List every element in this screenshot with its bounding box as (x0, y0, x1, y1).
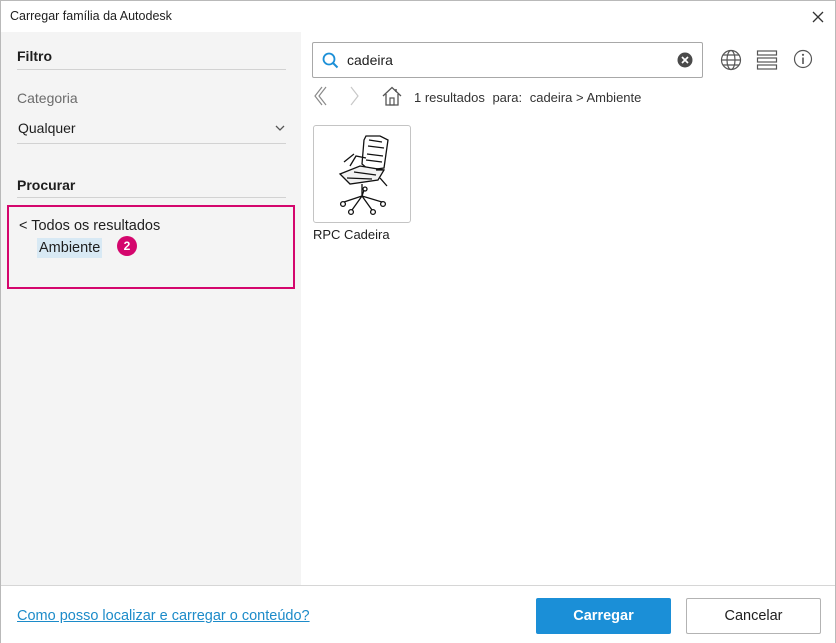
category-dropdown[interactable]: Qualquer (17, 116, 287, 144)
search-input[interactable] (347, 49, 667, 71)
dialog-footer: Como posso localizar e carregar o conteú… (1, 585, 835, 643)
divider (17, 197, 286, 198)
forward-arrow-icon[interactable] (348, 85, 364, 107)
info-icon[interactable] (793, 49, 813, 69)
search-icon (322, 52, 339, 69)
result-tile-label: RPC Cadeira (313, 227, 390, 242)
dialog-window: Carregar família da Autodesk Filtro Cate… (0, 0, 836, 643)
results-for-label: para: (492, 90, 523, 105)
category-label: Categoria (17, 90, 78, 106)
office-chair-thumbnail (338, 135, 389, 216)
close-button[interactable] (807, 6, 829, 28)
browse-highlight-box: < Todos os resultados Ambiente 2 (7, 205, 295, 289)
results-count: 1 resultados (414, 90, 485, 105)
load-button[interactable]: Carregar (536, 598, 671, 634)
breadcrumb: cadeira > Ambiente (529, 90, 642, 105)
category-value: Qualquer (18, 120, 76, 136)
results-summary: 1 resultados para: cadeira > Ambiente (414, 90, 645, 105)
clear-search-icon (677, 52, 693, 68)
home-icon[interactable] (381, 85, 403, 107)
step-badge: 2 (117, 236, 137, 256)
cancel-button[interactable]: Cancelar (686, 598, 821, 634)
globe-icon[interactable] (720, 49, 742, 71)
all-results-link[interactable]: < Todos os resultados (19, 218, 160, 234)
result-tile[interactable] (313, 125, 411, 223)
title-bar: Carregar família da Autodesk (1, 1, 835, 32)
search-box (312, 42, 703, 78)
browse-heading: Procurar (17, 177, 76, 193)
filter-panel: Filtro Categoria Qualquer Procurar < Tod… (1, 32, 301, 585)
list-view-icon[interactable] (756, 49, 778, 71)
back-arrow-icon[interactable] (312, 85, 328, 107)
filter-heading: Filtro (17, 48, 52, 64)
help-link[interactable]: Como posso localizar e carregar o conteú… (17, 608, 310, 624)
chevron-down-icon (275, 125, 285, 131)
window-title: Carregar família da Autodesk (10, 9, 172, 23)
browse-node-ambiente[interactable]: Ambiente (37, 238, 103, 258)
close-icon (812, 11, 824, 23)
divider (17, 69, 286, 70)
divider (17, 143, 286, 144)
